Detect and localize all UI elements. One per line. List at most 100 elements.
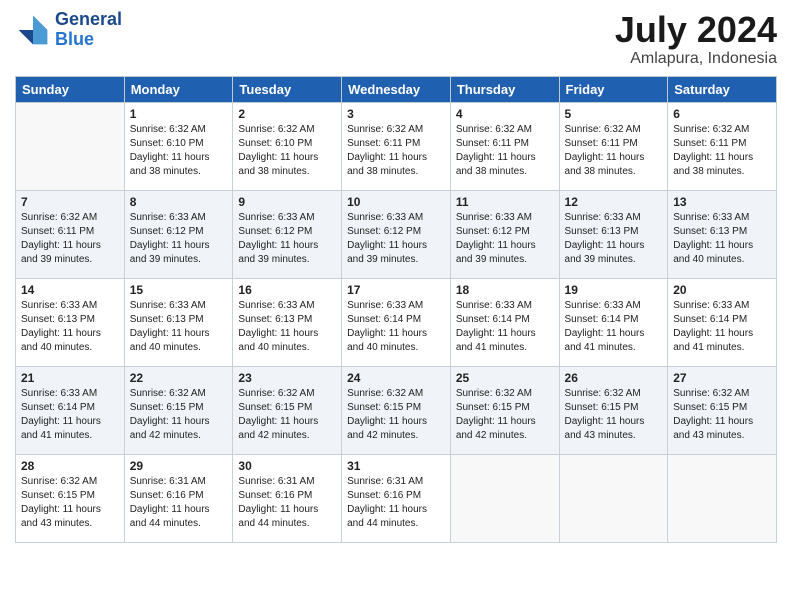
day-detail: Sunrise: 6:33 AM Sunset: 6:12 PM Dayligh…	[130, 211, 228, 267]
logo: General Blue	[15, 10, 122, 50]
day-number: 30	[238, 459, 336, 473]
day-cell: 1Sunrise: 6:32 AM Sunset: 6:10 PM Daylig…	[124, 102, 233, 190]
day-number: 15	[130, 283, 228, 297]
day-cell: 21Sunrise: 6:33 AM Sunset: 6:14 PM Dayli…	[16, 366, 125, 454]
day-number: 24	[347, 371, 445, 385]
day-number: 11	[456, 195, 554, 209]
day-number: 22	[130, 371, 228, 385]
day-cell: 8 Sunrise: 6:33 AM Sunset: 6:12 PM Daylig…	[124, 190, 233, 278]
day-detail: Sunrise: 6:32 AM Sunset: 6:11 PM Dayligh…	[565, 123, 663, 179]
day-number: 9	[238, 195, 336, 209]
day-number: 12	[565, 195, 663, 209]
day-cell: 15Sunrise: 6:33 AM Sunset: 6:13 PM Dayli…	[124, 278, 233, 366]
week-row-5: 28 Sunrise: 6:32 AM Sunset: 6:15 PM Dayli…	[16, 454, 777, 542]
day-cell: 9 Sunrise: 6:33 AM Sunset: 6:12 PM Daylig…	[233, 190, 342, 278]
day-detail: Sunrise: 6:33 AM Sunset: 6:14 PM Dayligh…	[565, 299, 663, 355]
day-number: 31	[347, 459, 445, 473]
day-cell: 22 Sunrise: 6:32 AM Sunset: 6:15 PM Dayli…	[124, 366, 233, 454]
day-number: 4	[456, 107, 554, 121]
day-cell: 30 Sunrise: 6:31 AM Sunset: 6:16 PM Dayli…	[233, 454, 342, 542]
day-number: 25	[456, 371, 554, 385]
day-detail: Sunrise: 6:33 AM Sunset: 6:12 PM Dayligh…	[238, 211, 336, 267]
day-cell: 6 Sunrise: 6:32 AM Sunset: 6:11 PM Daylig…	[668, 102, 777, 190]
day-number: 18	[456, 283, 554, 297]
day-number: 23	[238, 371, 336, 385]
day-cell	[559, 454, 668, 542]
day-cell: 23 Sunrise: 6:32 AM Sunset: 6:15 PM Dayli…	[233, 366, 342, 454]
day-cell: 16Sunrise: 6:33 AM Sunset: 6:13 PM Dayli…	[233, 278, 342, 366]
day-cell: 11 Sunrise: 6:33 AM Sunset: 6:12 PM Dayli…	[450, 190, 559, 278]
day-detail: Sunrise: 6:33 AM Sunset: 6:14 PM Dayligh…	[673, 299, 771, 355]
day-cell: 19 Sunrise: 6:33 AM Sunset: 6:14 PM Dayli…	[559, 278, 668, 366]
day-detail: Sunrise: 6:31 AM Sunset: 6:16 PM Dayligh…	[130, 475, 228, 531]
day-detail: Sunrise: 6:32 AM Sunset: 6:15 PM Dayligh…	[238, 387, 336, 443]
day-cell: 17 Sunrise: 6:33 AM Sunset: 6:14 PM Dayli…	[342, 278, 451, 366]
day-number: 10	[347, 195, 445, 209]
day-detail: Sunrise: 6:32 AM Sunset: 6:15 PM Dayligh…	[673, 387, 771, 443]
day-number: 17	[347, 283, 445, 297]
day-cell: 29 Sunrise: 6:31 AM Sunset: 6:16 PM Dayli…	[124, 454, 233, 542]
day-cell: 27 Sunrise: 6:32 AM Sunset: 6:15 PM Dayli…	[668, 366, 777, 454]
day-number: 3	[347, 107, 445, 121]
day-detail: Sunrise: 6:32 AM Sunset: 6:15 PM Dayligh…	[130, 387, 228, 443]
day-detail: Sunrise: 6:33 AM Sunset: 6:13 PM Dayligh…	[673, 211, 771, 267]
day-cell: 26 Sunrise: 6:32 AM Sunset: 6:15 PM Dayli…	[559, 366, 668, 454]
day-cell: 18 Sunrise: 6:33 AM Sunset: 6:14 PM Dayli…	[450, 278, 559, 366]
day-detail: Sunrise: 6:31 AM Sunset: 6:16 PM Dayligh…	[347, 475, 445, 531]
day-cell: 24Sunrise: 6:32 AM Sunset: 6:15 PM Dayli…	[342, 366, 451, 454]
page-container: General Blue July 2024 Amlapura, Indones…	[0, 0, 792, 553]
day-cell	[450, 454, 559, 542]
day-cell: 3Sunrise: 6:32 AM Sunset: 6:11 PM Daylig…	[342, 102, 451, 190]
day-number: 5	[565, 107, 663, 121]
day-number: 26	[565, 371, 663, 385]
day-number: 8	[130, 195, 228, 209]
week-row-3: 14 Sunrise: 6:33 AM Sunset: 6:13 PM Dayli…	[16, 278, 777, 366]
month-title: July 2024	[615, 10, 777, 50]
day-cell: 28 Sunrise: 6:32 AM Sunset: 6:15 PM Dayli…	[16, 454, 125, 542]
day-number: 14	[21, 283, 119, 297]
header-day-thursday: Thursday	[450, 76, 559, 102]
header-day-friday: Friday	[559, 76, 668, 102]
day-detail: Sunrise: 6:33 AM Sunset: 6:13 PM Dayligh…	[238, 299, 336, 355]
day-detail: Sunrise: 6:33 AM Sunset: 6:13 PM Dayligh…	[565, 211, 663, 267]
day-cell: 14 Sunrise: 6:33 AM Sunset: 6:13 PM Dayli…	[16, 278, 125, 366]
day-cell: 25 Sunrise: 6:32 AM Sunset: 6:15 PM Dayli…	[450, 366, 559, 454]
day-cell: 5 Sunrise: 6:32 AM Sunset: 6:11 PM Daylig…	[559, 102, 668, 190]
day-number: 21	[21, 371, 119, 385]
day-detail: Sunrise: 6:32 AM Sunset: 6:11 PM Dayligh…	[673, 123, 771, 179]
day-cell: 20 Sunrise: 6:33 AM Sunset: 6:14 PM Dayli…	[668, 278, 777, 366]
day-detail: Sunrise: 6:32 AM Sunset: 6:15 PM Dayligh…	[565, 387, 663, 443]
header: General Blue July 2024 Amlapura, Indones…	[15, 10, 777, 68]
day-detail: Sunrise: 6:33 AM Sunset: 6:13 PM Dayligh…	[21, 299, 119, 355]
logo-line2: Blue	[55, 30, 122, 50]
logo-line1: General	[55, 10, 122, 30]
day-number: 29	[130, 459, 228, 473]
day-number: 20	[673, 283, 771, 297]
day-detail: Sunrise: 6:32 AM Sunset: 6:10 PM Dayligh…	[130, 123, 228, 179]
day-cell: 7Sunrise: 6:32 AM Sunset: 6:11 PM Daylig…	[16, 190, 125, 278]
title-area: July 2024 Amlapura, Indonesia	[615, 10, 777, 68]
day-cell: 10Sunrise: 6:33 AM Sunset: 6:12 PM Dayli…	[342, 190, 451, 278]
day-number: 19	[565, 283, 663, 297]
day-detail: Sunrise: 6:32 AM Sunset: 6:10 PM Dayligh…	[238, 123, 336, 179]
logo-text: General Blue	[55, 10, 122, 50]
day-number: 28	[21, 459, 119, 473]
day-detail: Sunrise: 6:33 AM Sunset: 6:14 PM Dayligh…	[456, 299, 554, 355]
calendar-table: SundayMondayTuesdayWednesdayThursdayFrid…	[15, 76, 777, 543]
day-cell: 2Sunrise: 6:32 AM Sunset: 6:10 PM Daylig…	[233, 102, 342, 190]
day-cell: 12 Sunrise: 6:33 AM Sunset: 6:13 PM Dayli…	[559, 190, 668, 278]
day-detail: Sunrise: 6:31 AM Sunset: 6:16 PM Dayligh…	[238, 475, 336, 531]
day-detail: Sunrise: 6:32 AM Sunset: 6:15 PM Dayligh…	[456, 387, 554, 443]
week-row-2: 7Sunrise: 6:32 AM Sunset: 6:11 PM Daylig…	[16, 190, 777, 278]
week-row-1: 1Sunrise: 6:32 AM Sunset: 6:10 PM Daylig…	[16, 102, 777, 190]
day-cell: 4 Sunrise: 6:32 AM Sunset: 6:11 PM Daylig…	[450, 102, 559, 190]
day-detail: Sunrise: 6:33 AM Sunset: 6:14 PM Dayligh…	[347, 299, 445, 355]
day-detail: Sunrise: 6:32 AM Sunset: 6:15 PM Dayligh…	[21, 475, 119, 531]
day-number: 6	[673, 107, 771, 121]
header-day-sunday: Sunday	[16, 76, 125, 102]
day-detail: Sunrise: 6:33 AM Sunset: 6:12 PM Dayligh…	[456, 211, 554, 267]
day-number: 27	[673, 371, 771, 385]
day-number: 13	[673, 195, 771, 209]
day-detail: Sunrise: 6:32 AM Sunset: 6:11 PM Dayligh…	[456, 123, 554, 179]
week-row-4: 21Sunrise: 6:33 AM Sunset: 6:14 PM Dayli…	[16, 366, 777, 454]
